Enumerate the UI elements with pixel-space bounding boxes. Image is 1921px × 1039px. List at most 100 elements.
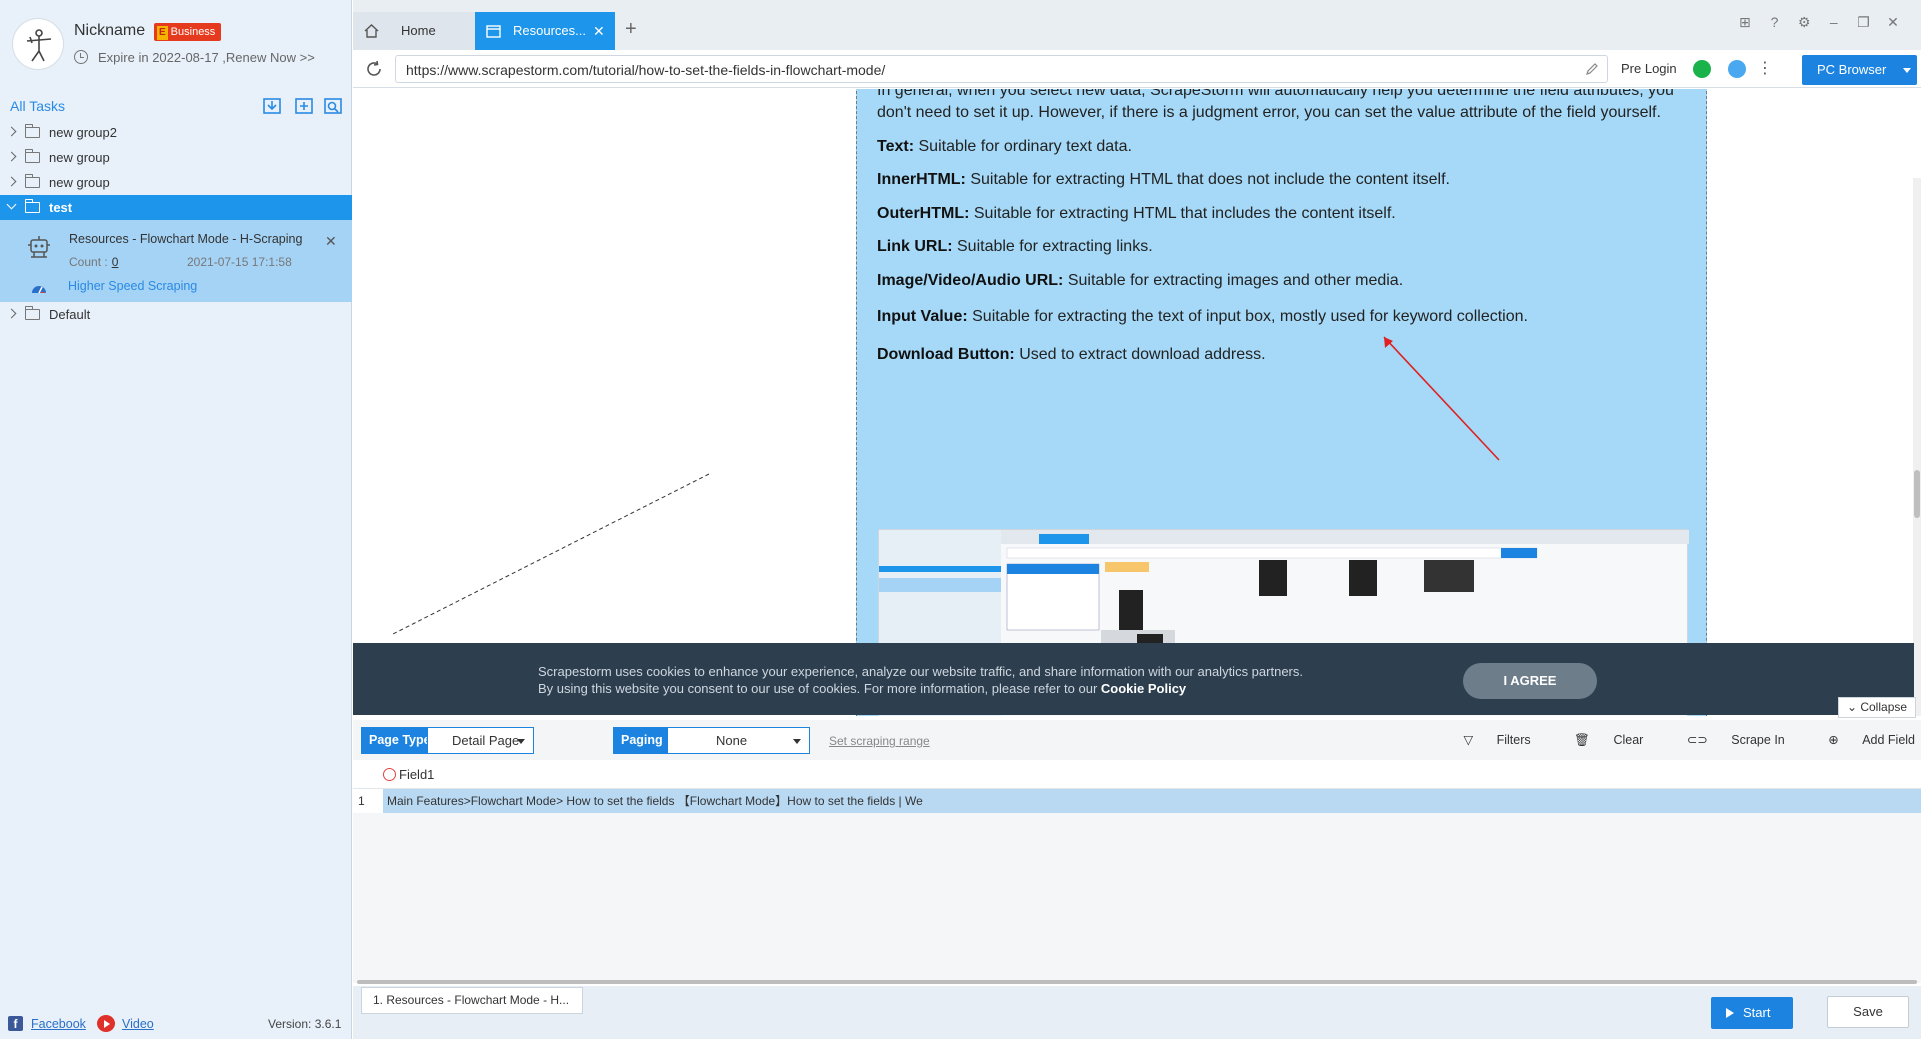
tree-group-default[interactable]: Default [0,302,352,327]
start-button[interactable]: Start [1711,997,1793,1029]
tab-resources[interactable]: Resources... ✕ [475,12,615,50]
field-header[interactable]: Field1 [399,767,434,782]
bottom-bar: 1. Resources - Flowchart Mode - H... Sta… [353,986,1921,1039]
expire-text: Expire in 2022-08-17 ,Renew Now >> [98,50,315,65]
tree-group-label: Default [49,307,91,322]
higher-speed-scraping-link[interactable]: Higher Speed Scraping [68,279,197,293]
table-row[interactable]: 1 Main Features>Flowchart Mode> How to s… [353,789,1921,813]
chevron-double-down-icon: ⌄ [1846,700,1861,714]
chevron-right-icon[interactable] [6,308,17,319]
version-label: Version: 3.6.1 [268,1017,342,1031]
help-icon[interactable]: ? [1767,14,1783,30]
pencil-edit-icon[interactable] [1585,62,1599,76]
tree-group-test[interactable]: test [0,195,352,220]
page-type-dropdown[interactable]: Detail Page [427,727,534,754]
trash-icon: 🗑 [1574,733,1594,747]
tree-group-new-group2[interactable]: new group2 [0,120,352,145]
facebook-icon[interactable]: f [8,1016,23,1031]
cookie-text-line-2: By using this website you consent to our… [538,681,1186,696]
play-icon [1726,1008,1734,1018]
add-task-icon[interactable] [294,96,314,116]
paging-dropdown[interactable]: None [667,727,810,754]
filters-button[interactable]: ▽ Filters [1444,733,1531,747]
collapse-button[interactable]: ⌄ Collapse [1838,697,1916,718]
cookie-text-prefix: By using this website you consent to our… [538,681,1101,696]
reload-icon[interactable] [365,60,383,78]
count-label: Count : [69,255,108,269]
pre-login-button[interactable]: Pre Login [1621,61,1677,76]
expire-renew-link[interactable]: Expire in 2022-08-17 ,Renew Now >> [74,50,315,65]
page-type-selector[interactable]: Page Type Detail Page [361,727,534,754]
task-tree: new group2 new group new group test Reso… [0,120,352,327]
url-input[interactable]: https://www.scrapestorm.com/tutorial/how… [395,55,1608,83]
url-text: https://www.scrapestorm.com/tutorial/how… [406,62,886,78]
chevron-right-icon[interactable] [6,126,17,137]
task-card[interactable]: Resources - Flowchart Mode - H-Scraping … [0,220,352,302]
set-scraping-range-link[interactable]: Set scraping range [829,734,930,748]
search-task-icon[interactable] [323,96,343,116]
tree-group-label: new group [49,175,110,190]
add-field-button[interactable]: ⊕ Add Field [1808,733,1915,747]
collapse-label: Collapse [1860,700,1908,714]
count-value[interactable]: 0 [112,255,119,269]
row-cell[interactable]: Main Features>Flowchart Mode> How to set… [383,789,1921,813]
folder-icon [25,174,40,188]
user-status-icon[interactable] [1728,60,1746,78]
folder-icon [25,199,40,213]
tree-group-label: new group [49,150,110,165]
chevron-down-icon[interactable] [6,199,17,210]
stick-figure-icon [26,29,52,62]
video-link[interactable]: Video [122,1017,154,1031]
tree-group-new-group[interactable]: new group [0,145,352,170]
chevron-right-icon[interactable] [6,151,17,162]
folder-icon [25,306,40,320]
youtube-icon[interactable] [97,1015,115,1032]
tab-home[interactable]: Home [353,12,475,50]
horizontal-scrollbar[interactable] [357,980,1917,984]
new-tab-plus-icon[interactable]: + [625,18,637,41]
nickname: Nickname [74,22,146,39]
all-tasks-title[interactable]: All Tasks [10,98,65,114]
tasks-header: All Tasks [0,92,352,118]
clear-button[interactable]: 🗑 Clear [1554,733,1643,747]
gift-icon[interactable]: ⊞ [1737,14,1753,30]
paging-label: Paging [613,727,671,754]
close-icon[interactable]: ✕ [325,233,337,250]
restore-icon[interactable]: ❐ [1855,14,1871,30]
vertical-scrollbar[interactable] [1913,178,1921,716]
paging-selector[interactable]: Paging None [613,727,810,754]
task-name[interactable]: Resources - Flowchart Mode - H-Scraping [69,232,302,246]
green-status-icon[interactable] [1693,60,1711,78]
alarm-clock-icon [74,50,88,64]
window-controls: ⊞ ? ⚙ – ❐ ✕ [1727,14,1901,34]
cookie-text-line-1: Scrapestorm uses cookies to enhance your… [538,664,1303,679]
tree-group-new-group[interactable]: new group [0,170,352,195]
caret-down-icon [793,739,801,744]
scrollbar-thumb[interactable] [1914,470,1920,518]
cookie-policy-link[interactable]: Cookie Policy [1101,681,1186,696]
i-agree-button[interactable]: I AGREE [1463,663,1597,699]
close-window-icon[interactable]: ✕ [1885,14,1901,30]
robot-icon [28,236,50,258]
task-tab[interactable]: 1. Resources - Flowchart Mode - H... [361,987,583,1014]
target-icon[interactable] [383,768,396,781]
more-vertical-icon[interactable]: ⋮ [1757,58,1773,78]
speedometer-icon [32,286,46,294]
cookie-banner: Scrapestorm uses cookies to enhance your… [353,643,1914,715]
minimize-icon[interactable]: – [1826,14,1842,30]
avatar[interactable] [12,18,64,70]
tab-resources-label: Resources... [513,23,586,38]
chevron-right-icon[interactable] [6,176,17,187]
close-tab-icon[interactable]: ✕ [593,12,605,50]
gear-icon[interactable]: ⚙ [1796,14,1812,30]
pc-browser-dropdown[interactable]: PC Browser [1802,55,1917,85]
tree-group-label: test [49,200,73,215]
save-button[interactable]: Save [1827,996,1909,1028]
home-icon [364,24,379,38]
link-icon: ⊂⊃ [1686,733,1712,747]
facebook-link[interactable]: Facebook [31,1017,86,1031]
scrape-in-button[interactable]: ⊂⊃ Scrape In [1667,733,1785,747]
import-icon[interactable] [262,96,282,116]
web-view[interactable]: In general, when you select new data, Sc… [353,89,1921,716]
tab-bar: Home Resources... ✕ + ⊞ ? ⚙ – ❐ ✕ [353,0,1921,50]
